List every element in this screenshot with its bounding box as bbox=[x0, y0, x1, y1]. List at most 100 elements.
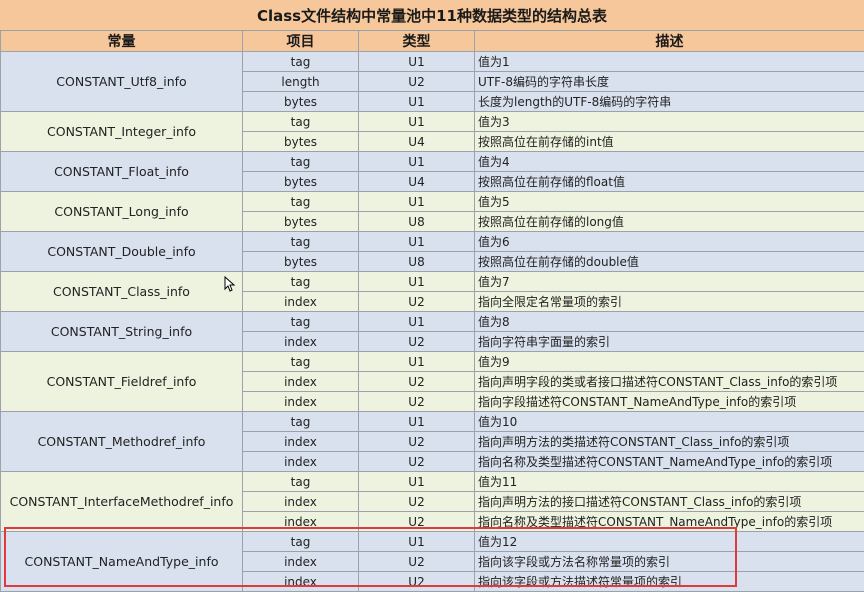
type-cell: U8 bbox=[359, 212, 475, 232]
header-constant: 常量 bbox=[1, 31, 243, 52]
constant-name-cell: CONSTANT_InterfaceMethodref_info bbox=[1, 472, 243, 532]
description-cell: 按照高位在前存储的float值 bbox=[475, 172, 864, 192]
item-cell: tag bbox=[243, 352, 359, 372]
type-cell: U1 bbox=[359, 152, 475, 172]
constant-name-cell: CONSTANT_Double_info bbox=[1, 232, 243, 272]
table-row: CONSTANT_Integer_infotagU1值为3 bbox=[1, 112, 864, 132]
description-cell: 按照高位在前存储的int值 bbox=[475, 132, 864, 152]
description-cell: 值为3 bbox=[475, 112, 864, 132]
table-row: CONSTANT_Methodref_infotagU1值为10 bbox=[1, 412, 864, 432]
type-cell: U2 bbox=[359, 452, 475, 472]
description-cell: 指向声明字段的类或者接口描述符CONSTANT_Class_info的索引项 bbox=[475, 372, 864, 392]
header-type: 类型 bbox=[359, 31, 475, 52]
description-cell: 值为10 bbox=[475, 412, 864, 432]
type-cell: U2 bbox=[359, 372, 475, 392]
constant-name-cell: CONSTANT_Integer_info bbox=[1, 112, 243, 152]
constant-name-cell: CONSTANT_Float_info bbox=[1, 152, 243, 192]
type-cell: U2 bbox=[359, 492, 475, 512]
description-cell: 值为4 bbox=[475, 152, 864, 172]
item-cell: tag bbox=[243, 152, 359, 172]
item-cell: length bbox=[243, 72, 359, 92]
description-cell: 按照高位在前存储的long值 bbox=[475, 212, 864, 232]
header-description: 描述 bbox=[475, 31, 864, 52]
item-cell: index bbox=[243, 572, 359, 592]
type-cell: U2 bbox=[359, 332, 475, 352]
table-row: CONSTANT_Float_infotagU1值为4 bbox=[1, 152, 864, 172]
table-row: CONSTANT_Class_infotagU1值为7 bbox=[1, 272, 864, 292]
header-item: 项目 bbox=[243, 31, 359, 52]
constant-name-cell: CONSTANT_Methodref_info bbox=[1, 412, 243, 472]
item-cell: tag bbox=[243, 192, 359, 212]
description-cell: 指向字段描述符CONSTANT_NameAndType_info的索引项 bbox=[475, 392, 864, 412]
description-cell: 指向字符串字面量的索引 bbox=[475, 332, 864, 352]
description-cell: 指向声明方法的接口描述符CONSTANT_Class_info的索引项 bbox=[475, 492, 864, 512]
constant-name-cell: CONSTANT_NameAndType_info bbox=[1, 532, 243, 592]
table-row: CONSTANT_Double_infotagU1值为6 bbox=[1, 232, 864, 252]
table-row: CONSTANT_Fieldref_infotagU1值为9 bbox=[1, 352, 864, 372]
table-row: CONSTANT_InterfaceMethodref_infotagU1值为1… bbox=[1, 472, 864, 492]
item-cell: bytes bbox=[243, 212, 359, 232]
type-cell: U1 bbox=[359, 192, 475, 212]
description-cell: 值为1 bbox=[475, 52, 864, 72]
type-cell: U1 bbox=[359, 92, 475, 112]
table-row: CONSTANT_Long_infotagU1值为5 bbox=[1, 192, 864, 212]
type-cell: U2 bbox=[359, 292, 475, 312]
item-cell: bytes bbox=[243, 172, 359, 192]
item-cell: index bbox=[243, 492, 359, 512]
item-cell: index bbox=[243, 432, 359, 452]
table-title: Class文件结构中常量池中11种数据类型的结构总表 bbox=[0, 0, 864, 31]
constant-name-cell: CONSTANT_Class_info bbox=[1, 272, 243, 312]
type-cell: U2 bbox=[359, 432, 475, 452]
type-cell: U1 bbox=[359, 412, 475, 432]
constant-pool-table: 常量 项目 类型 描述 CONSTANT_Utf8_infotagU1值为1le… bbox=[0, 30, 864, 592]
description-cell: 值为8 bbox=[475, 312, 864, 332]
description-cell: 值为6 bbox=[475, 232, 864, 252]
constant-name-cell: CONSTANT_Fieldref_info bbox=[1, 352, 243, 412]
item-cell: tag bbox=[243, 532, 359, 552]
type-cell: U1 bbox=[359, 352, 475, 372]
item-cell: tag bbox=[243, 112, 359, 132]
item-cell: tag bbox=[243, 232, 359, 252]
type-cell: U8 bbox=[359, 252, 475, 272]
description-cell: UTF-8编码的字符串长度 bbox=[475, 72, 864, 92]
type-cell: U2 bbox=[359, 392, 475, 412]
item-cell: bytes bbox=[243, 92, 359, 112]
table-row: CONSTANT_Utf8_infotagU1值为1 bbox=[1, 52, 864, 72]
description-cell: 指向全限定名常量项的索引 bbox=[475, 292, 864, 312]
item-cell: index bbox=[243, 332, 359, 352]
description-cell: 值为11 bbox=[475, 472, 864, 492]
item-cell: tag bbox=[243, 472, 359, 492]
description-cell: 指向该字段或方法描述符常量项的索引 bbox=[475, 572, 864, 592]
header-row: 常量 项目 类型 描述 bbox=[1, 31, 864, 52]
item-cell: index bbox=[243, 392, 359, 412]
item-cell: bytes bbox=[243, 132, 359, 152]
type-cell: U1 bbox=[359, 312, 475, 332]
item-cell: tag bbox=[243, 52, 359, 72]
item-cell: bytes bbox=[243, 252, 359, 272]
item-cell: tag bbox=[243, 312, 359, 332]
item-cell: index bbox=[243, 452, 359, 472]
constant-name-cell: CONSTANT_String_info bbox=[1, 312, 243, 352]
type-cell: U1 bbox=[359, 52, 475, 72]
table-body: CONSTANT_Utf8_infotagU1值为1lengthU2UTF-8编… bbox=[1, 52, 864, 592]
type-cell: U2 bbox=[359, 72, 475, 92]
description-cell: 指向名称及类型描述符CONSTANT_NameAndType_info的索引项 bbox=[475, 512, 864, 532]
item-cell: index bbox=[243, 372, 359, 392]
description-cell: 按照高位在前存储的double值 bbox=[475, 252, 864, 272]
constant-name-cell: CONSTANT_Long_info bbox=[1, 192, 243, 232]
table-row: CONSTANT_String_infotagU1值为8 bbox=[1, 312, 864, 332]
type-cell: U1 bbox=[359, 472, 475, 492]
type-cell: U2 bbox=[359, 512, 475, 532]
type-cell: U1 bbox=[359, 272, 475, 292]
type-cell: U1 bbox=[359, 532, 475, 552]
item-cell: index bbox=[243, 512, 359, 532]
description-cell: 指向名称及类型描述符CONSTANT_NameAndType_info的索引项 bbox=[475, 452, 864, 472]
description-cell: 值为5 bbox=[475, 192, 864, 212]
description-cell: 长度为length的UTF-8编码的字符串 bbox=[475, 92, 864, 112]
description-cell: 值为9 bbox=[475, 352, 864, 372]
type-cell: U1 bbox=[359, 232, 475, 252]
type-cell: U2 bbox=[359, 572, 475, 592]
type-cell: U4 bbox=[359, 132, 475, 152]
item-cell: index bbox=[243, 292, 359, 312]
description-cell: 值为12 bbox=[475, 532, 864, 552]
